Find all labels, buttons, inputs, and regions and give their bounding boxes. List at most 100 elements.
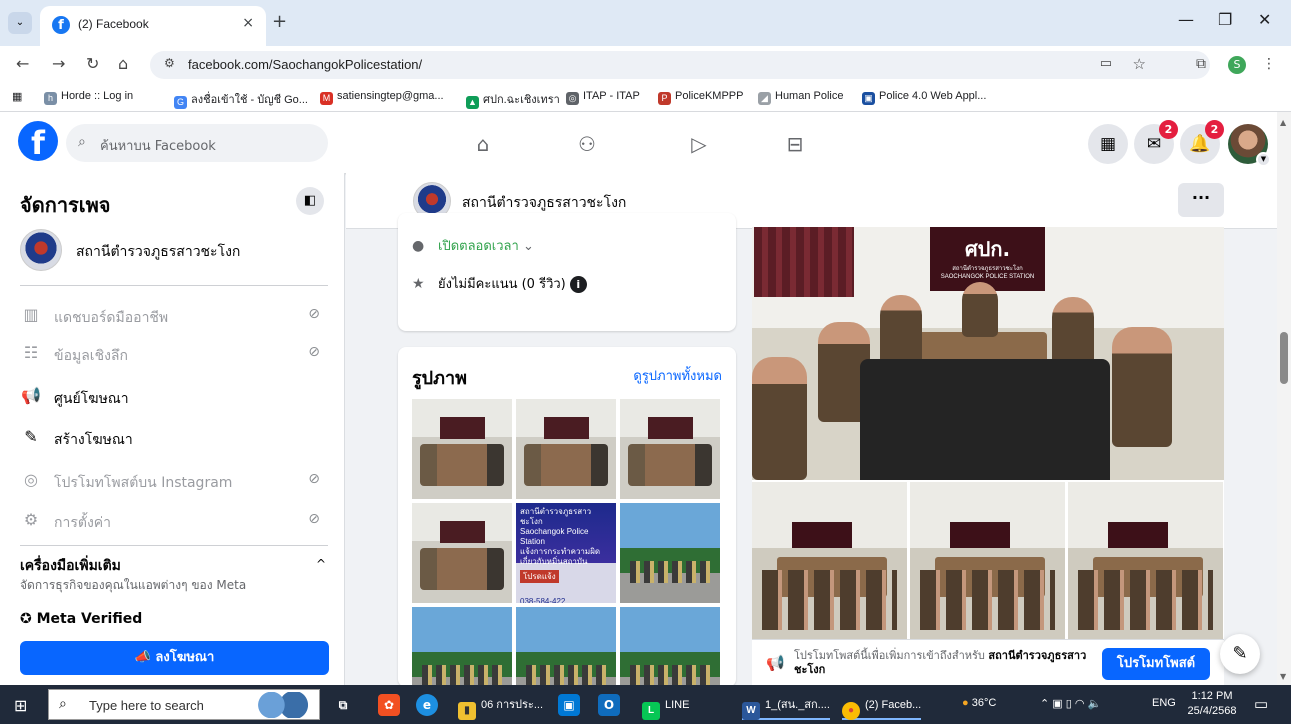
store-icon[interactable]: ▣ bbox=[558, 694, 580, 716]
search-icon: ⌕ bbox=[78, 134, 86, 150]
photo-thumbnail[interactable] bbox=[412, 399, 512, 499]
scrollbar-thumb[interactable] bbox=[1280, 332, 1288, 384]
language-indicator[interactable]: ENG bbox=[1152, 697, 1176, 709]
photo-thumbnail[interactable] bbox=[620, 607, 720, 687]
chevron-up-icon: ⌃ bbox=[1040, 698, 1053, 710]
hours-row[interactable]: ● เปิดตลอดเวลา ⌄ bbox=[412, 235, 534, 256]
new-tab-button[interactable]: + bbox=[272, 11, 287, 32]
tray-icons[interactable]: ⌃ ▣ ▯ ◠ 🔈 bbox=[1040, 697, 1101, 710]
bookmark-police40[interactable]: ▣ Police 4.0 Web Appl... bbox=[862, 90, 986, 105]
nav-home-icon[interactable]: ⌂ bbox=[428, 124, 538, 164]
bookmark-human-police[interactable]: ◢ Human Police bbox=[758, 90, 843, 105]
more-options-button[interactable]: ··· bbox=[1178, 183, 1224, 217]
see-all-photos-link[interactable]: ดูรูปภาพทั้งหมด bbox=[633, 365, 722, 386]
account-avatar[interactable]: ▼ bbox=[1228, 124, 1271, 167]
page-header-name[interactable]: สถานีตำรวจภูธรสาวชะโงก bbox=[462, 192, 626, 214]
bookmark-policekm[interactable]: P PoliceKMPPP bbox=[658, 90, 743, 105]
taskbar-app-files[interactable]: ▮ 06 การประ... bbox=[458, 690, 543, 720]
sidebar-item-label: ข้อมูลเชิงลึก bbox=[54, 348, 128, 364]
facebook-logo-icon[interactable]: f bbox=[18, 121, 58, 162]
browser-menu-icon[interactable]: ⋮ bbox=[1262, 56, 1276, 72]
more-tools-title[interactable]: เครื่องมือเพิ่มเติม bbox=[20, 555, 121, 577]
search-placeholder: ค้นหาบน Facebook bbox=[100, 139, 216, 154]
bookmark-drive[interactable]: ▲ ศปก.ฉะเชิงเทรา bbox=[466, 90, 560, 109]
nav-video-icon[interactable]: ▷ bbox=[644, 124, 754, 164]
window-close-icon[interactable]: ✕ bbox=[1258, 10, 1271, 29]
taskbar-app-line[interactable]: L LINE bbox=[642, 690, 689, 720]
bookmark-gmail[interactable]: Msatiensingtep@gma... bbox=[320, 90, 444, 105]
menu-grid-icon[interactable]: ▦ bbox=[1088, 124, 1128, 164]
profile-avatar[interactable]: S bbox=[1228, 56, 1246, 74]
apps-grid-icon[interactable]: ▦ bbox=[12, 90, 22, 103]
horde-icon: h bbox=[44, 92, 57, 105]
new-message-compose-icon[interactable]: ✎ bbox=[1220, 634, 1260, 674]
post-card: ศปก. สถานีตำรวจภูธรสาวชะโงก SAOCHANGOK P… bbox=[752, 227, 1224, 687]
post-sub-photo[interactable] bbox=[752, 482, 907, 639]
close-tab-icon[interactable]: × bbox=[242, 15, 254, 31]
taskbar-clock[interactable]: 1:12 PM 25/4/2568 bbox=[1182, 689, 1242, 719]
site-info-icon[interactable]: ⚙ bbox=[164, 56, 175, 70]
windows-start-icon[interactable]: ⊞ bbox=[14, 696, 27, 715]
facebook-search-input[interactable]: ⌕ ค้นหาบน Facebook bbox=[66, 124, 328, 162]
taskbar-search-input[interactable]: ⌕ Type here to search bbox=[48, 689, 320, 720]
page-scrollbar[interactable]: ▲ ▼ bbox=[1277, 112, 1291, 685]
sidebar-item-create-ad[interactable]: ✎ สร้างโฆษณา bbox=[20, 420, 328, 456]
taskbar-app-word[interactable]: W 1_(สน._สก.... bbox=[742, 690, 830, 720]
bookmark-star-icon[interactable]: ☆ bbox=[1133, 55, 1146, 73]
sidebar-item-meta-verified[interactable]: ✪ Meta Verified bbox=[20, 611, 142, 627]
photo-thumbnail[interactable] bbox=[516, 399, 616, 499]
photo-thumbnail-poster[interactable]: สถานีตำรวจภูธรสาวชะโงก Saochangok Police… bbox=[516, 503, 616, 603]
post-sub-photo[interactable] bbox=[1068, 482, 1223, 639]
sidebar-item-ad-center[interactable]: 📢 ศูนย์โฆษณา bbox=[20, 379, 328, 415]
photo-thumbnail[interactable] bbox=[412, 607, 512, 687]
nav-marketplace-icon[interactable]: ⊟ bbox=[740, 124, 850, 164]
weather-tray[interactable]: ● 36°C bbox=[962, 697, 996, 709]
extensions-icon[interactable]: ⧉ bbox=[1196, 56, 1206, 72]
outlook-icon[interactable]: O bbox=[598, 694, 620, 716]
browser-tab-facebook[interactable]: f (2) Facebook × bbox=[40, 6, 266, 46]
post-sub-photo[interactable] bbox=[910, 482, 1065, 639]
minimize-icon[interactable]: — bbox=[1178, 10, 1194, 29]
url-omnibox[interactable]: ⚙ facebook.com/SaochangokPolicestation/ … bbox=[150, 51, 1210, 79]
tab-search-icon[interactable]: ⌄ bbox=[8, 12, 32, 34]
taskbar-app-chrome[interactable]: ● (2) Faceb... bbox=[842, 690, 922, 720]
boost-post-text: โปรโมทโพสต์นี้เพื่อเพิ่มการเข้าถึงสำหรับ… bbox=[794, 649, 1087, 676]
sidebar-item-professional-dashboard[interactable]: ▥ แดชบอร์ดมืออาชีพ ⊘ bbox=[20, 298, 328, 334]
restore-icon[interactable]: ❐ bbox=[1218, 10, 1232, 29]
photo-person bbox=[752, 357, 807, 480]
notifications-bell-icon[interactable]: 🔔 2 bbox=[1180, 120, 1224, 164]
task-view-icon[interactable]: ⧉ bbox=[332, 694, 354, 716]
home-icon[interactable]: ⌂ bbox=[118, 54, 128, 73]
edge-icon[interactable]: e bbox=[416, 694, 438, 716]
gear-icon: ⚙ bbox=[23, 510, 39, 529]
sidebar-item-settings[interactable]: ⚙ การตั้งค่า ⊘ bbox=[20, 503, 328, 539]
scroll-up-icon[interactable]: ▲ bbox=[1280, 118, 1286, 127]
url-text[interactable]: facebook.com/SaochangokPolicestation/ bbox=[188, 57, 422, 72]
sidebar-item-instagram-promote[interactable]: ◎ โปรโมทโพสต์บน Instagram ⊘ bbox=[20, 463, 328, 499]
photo-thumbnail[interactable] bbox=[620, 399, 720, 499]
forward-icon[interactable]: → bbox=[52, 54, 65, 73]
messenger-icon[interactable]: ✉ 2 bbox=[1134, 120, 1178, 164]
chevron-up-icon[interactable]: ^ bbox=[316, 557, 326, 571]
scroll-down-icon[interactable]: ▼ bbox=[1280, 672, 1286, 681]
photo-thumbnail[interactable] bbox=[412, 503, 512, 603]
reload-icon[interactable]: ↻ bbox=[86, 54, 99, 73]
bookmark-google-account[interactable]: G ลงชื่อเข้าใช้ - บัญชี Go... bbox=[174, 90, 308, 109]
sidebar-page-switcher[interactable]: สถานีตำรวจภูธรสาวชะโงก bbox=[20, 225, 325, 281]
sidebar-item-insights[interactable]: ☷ ข้อมูลเชิงลึก ⊘ bbox=[20, 336, 328, 372]
boost-post-button[interactable]: โปรโมทโพสต์ bbox=[1102, 648, 1210, 680]
collapse-sidebar-icon[interactable]: ◧ bbox=[296, 187, 324, 215]
bookmark-horde[interactable]: h Horde :: Log in bbox=[44, 90, 133, 105]
nav-friends-icon[interactable]: ⚇ bbox=[532, 124, 642, 164]
back-icon[interactable]: ← bbox=[16, 54, 29, 73]
bookmark-itap[interactable]: ◎ ITAP - ITAP bbox=[566, 90, 640, 105]
install-app-icon[interactable]: ▭ bbox=[1100, 56, 1112, 71]
info-icon[interactable]: i bbox=[569, 276, 587, 293]
app-pinned-icon[interactable]: ✿ bbox=[378, 694, 400, 716]
photo-thumbnail[interactable] bbox=[620, 503, 720, 603]
chrome-icon: ● bbox=[842, 702, 860, 720]
post-main-photo[interactable]: ศปก. สถานีตำรวจภูธรสาวชะโงก SAOCHANGOK P… bbox=[752, 227, 1224, 480]
notification-center-icon[interactable]: ▭ bbox=[1254, 695, 1268, 713]
advertise-button[interactable]: 📣 ลงโฆษณา bbox=[20, 641, 329, 675]
photo-thumbnail[interactable] bbox=[516, 607, 616, 687]
